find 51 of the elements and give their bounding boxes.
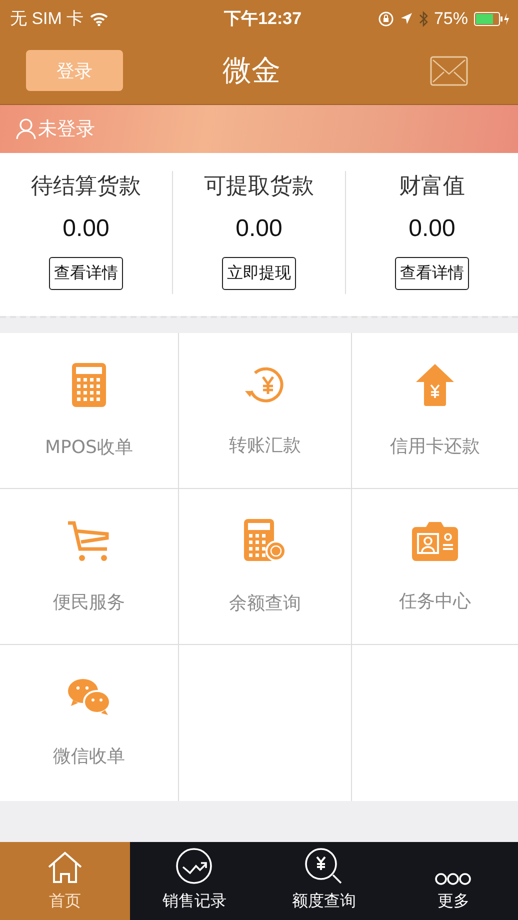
location-icon <box>400 12 413 25</box>
service-tile[interactable]: 余额查询 <box>179 489 352 645</box>
id-card-icon <box>412 520 458 560</box>
user-banner[interactable]: 未登录 <box>0 105 518 153</box>
user-status: 未登录 <box>38 117 95 142</box>
status-time: 下午12:37 <box>224 8 302 30</box>
calculator-icon <box>72 362 106 406</box>
tab-item[interactable]: 销售记录 <box>130 842 259 920</box>
carrier-label: 无 SIM 卡 <box>10 8 84 30</box>
more-icon <box>434 871 472 885</box>
service-label: MPOS收单 <box>45 436 133 458</box>
rotation-lock-icon <box>378 10 394 26</box>
cart-icon <box>66 520 112 562</box>
service-tile[interactable]: MPOS收单 <box>0 333 179 489</box>
service-tile[interactable]: 任务中心 <box>352 489 518 645</box>
summary-button[interactable]: 查看详情 <box>395 257 469 290</box>
summary-value: 0.00 <box>236 215 282 243</box>
tab-item[interactable]: 额度查询 <box>259 842 388 920</box>
chat-bubbles-icon <box>67 678 111 716</box>
service-label: 任务中心 <box>399 590 471 612</box>
service-tile[interactable]: 微信收单 <box>0 645 179 801</box>
app-title: 微金 <box>222 52 280 88</box>
service-tile[interactable]: 转账汇款 <box>179 333 352 489</box>
summary-label: 财富值 <box>399 173 465 201</box>
summary-label: 待结算货款 <box>31 173 141 201</box>
tab-item[interactable]: 首页 <box>0 842 130 920</box>
summary-value: 0.00 <box>408 215 456 243</box>
summary-button[interactable]: 查看详情 <box>49 257 123 290</box>
summary-value: 0.00 <box>62 215 110 243</box>
yen-search-icon <box>304 847 344 885</box>
login-button[interactable]: 登录 <box>26 50 123 91</box>
service-label: 转账汇款 <box>229 434 301 456</box>
trend-chart-icon <box>175 847 214 885</box>
service-label: 余额查询 <box>229 592 301 614</box>
battery-charging-icon <box>474 12 510 26</box>
wifi-icon <box>90 12 108 26</box>
service-label: 信用卡还款 <box>390 434 480 458</box>
summary-button[interactable]: 立即提现 <box>222 257 296 290</box>
service-tile[interactable]: 便民服务 <box>0 489 179 645</box>
service-label: 便民服务 <box>53 590 125 614</box>
tab-item[interactable]: 更多 <box>388 842 518 920</box>
service-label: 微信收单 <box>53 745 125 768</box>
person-icon <box>16 118 36 140</box>
home-icon <box>46 851 83 885</box>
mail-icon[interactable] <box>430 56 468 86</box>
battery-percent: 75% <box>434 8 468 28</box>
bluetooth-icon <box>418 10 428 26</box>
calculator-coin-icon <box>244 518 286 562</box>
service-tile[interactable]: 信用卡还款 <box>352 333 518 489</box>
summary-label: 可提取货款 <box>204 173 314 201</box>
yen-up-arrow-icon <box>416 364 454 406</box>
